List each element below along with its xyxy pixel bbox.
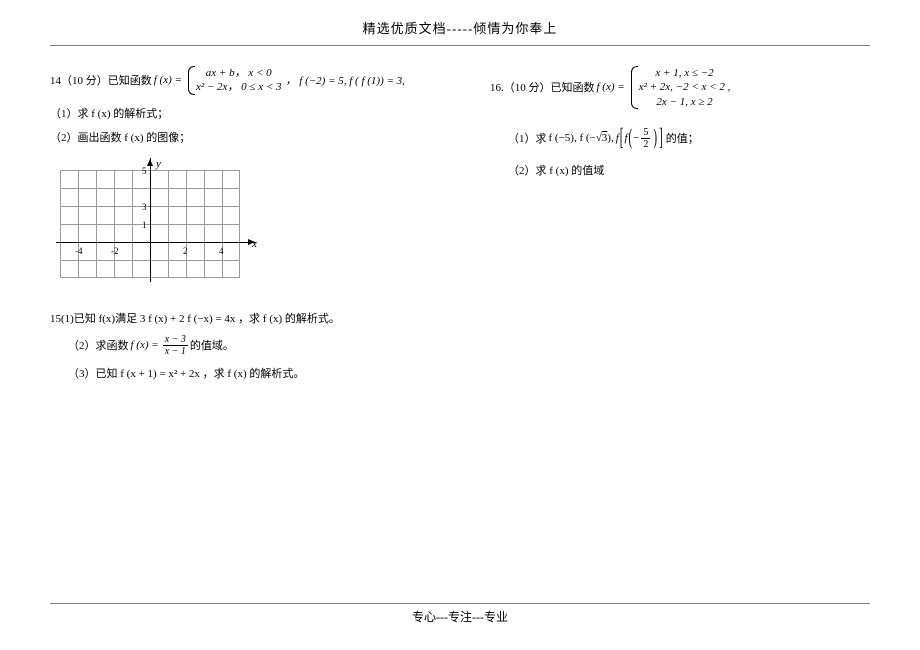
rparen-icon: ) [653,126,657,150]
q14-p2: （2）画出函数 f (x) 的图像； [50,129,430,145]
q16: 16.（10 分）已知函数 f (x) = x + 1, x ≤ −2 x² +… [490,66,870,178]
x-tick-n4: -4 [75,246,83,256]
q16-frac-num: 5 [641,127,650,139]
q16-case1: x + 1, x ≤ −2 [655,66,713,80]
y-axis [150,158,151,282]
y-tick-5: 5 [142,166,147,176]
right-column: 16.（10 分）已知函数 f (x) = x + 1, x ≤ −2 x² +… [490,66,870,393]
lbracket-icon: [ [620,125,624,151]
q16-p1a: （1）求 [508,130,547,146]
q14-case1: ax + b， x < 0 [206,66,272,80]
q14-tail: ， f (−2) = 5, f ( f (1)) = 3, [286,72,405,88]
q16-cases: x + 1, x ≤ −2 x² + 2x, −2 < x < 2 , 2x −… [631,66,731,109]
y-tick-1: 1 [142,220,147,230]
y-axis-label: y [156,158,161,170]
q14-stem: 14（10 分）已知函数 [50,72,152,88]
neg-sign: − [633,132,639,144]
x-axis-label: x [252,238,257,250]
q15-p1: 15(1)已知 f(x)满足 3 f (x) + 2 f (−x) = 4x ，… [50,310,430,326]
q16-f-outer: f [616,132,619,144]
q15-frac-den: x − 1 [163,346,188,357]
q16-case3: 2x − 1, x ≥ 2 [656,95,712,109]
q16-f-inner: f [624,132,627,144]
q15: 15(1)已知 f(x)满足 3 f (x) + 2 f (−x) = 4x ，… [50,310,430,381]
x-axis [56,242,256,243]
y-tick-3: 3 [142,202,147,212]
q14-fx: f (x) = [154,74,182,86]
x-tick-2: 2 [183,246,188,256]
q15-p2a: （2）求函数 [68,337,129,353]
q16-p1b: 的值； [666,130,699,146]
lparen-icon: ( [629,126,633,150]
page-footer: 专心---专注---专业 [0,603,920,625]
q15-p2b: 的值域。 [190,337,234,353]
q14: 14（10 分）已知函数 f (x) = ax + b， x < 0 x² − … [50,66,430,290]
q15-fx: f (x) = [131,339,159,351]
q15-frac-num: x − 3 [163,334,188,346]
page-header: 精选优质文档-----倾情为你奉上 [0,0,920,43]
q14-cases: ax + b， x < 0 x² − 2x， 0 ≤ x < 3 [188,66,282,95]
q16-p1-vals: f (−5), f (−√3 ), [549,132,614,144]
x-tick-n2: -2 [111,246,119,256]
q15-p3: （3）已知 f (x + 1) = x² + 2x ，求 f (x) 的解析式。 [50,365,430,381]
rbracket-icon: ] [659,125,663,151]
q16-stem: 16.（10 分）已知函数 [490,79,595,95]
left-column: 14（10 分）已知函数 f (x) = ax + b， x < 0 x² − … [50,66,430,393]
q14-case2: x² − 2x， 0 ≤ x < 3 [196,80,282,94]
footer-text: 专心---专注---专业 [412,610,508,624]
q16-case2: x² + 2x, −2 < x < 2 , [639,80,731,94]
page-body: 14（10 分）已知函数 f (x) = ax + b， x < 0 x² − … [0,46,920,393]
q16-fx: f (x) = [597,81,625,93]
q14-p1: （1）求 f (x) 的解析式； [50,105,430,121]
coordinate-grid: y x -4 -2 2 4 5 3 1 [50,160,250,290]
q16-fraction: 5 2 [641,127,650,150]
q15-fraction: x − 3 x − 1 [163,334,188,357]
q16-p2: （2）求 f (x) 的值域 [490,162,870,178]
q16-frac-den: 2 [641,139,650,150]
x-tick-4: 4 [219,246,224,256]
footer-rule [50,603,870,604]
